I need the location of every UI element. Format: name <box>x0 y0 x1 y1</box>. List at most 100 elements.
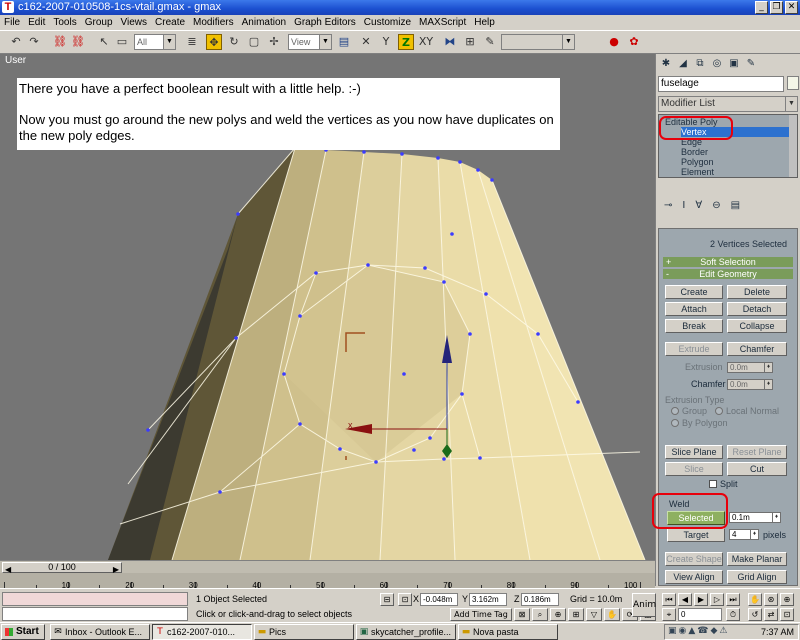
maximize-icon[interactable]: ❐ <box>770 1 783 14</box>
motion-tab-icon[interactable]: ◎ <box>710 57 724 71</box>
task-skycatcher[interactable]: ▣ skycatcher_profile... <box>356 624 456 640</box>
time-tag-icon[interactable]: ⊠ <box>514 608 530 621</box>
add-time-tag-button[interactable]: Add Time Tag <box>450 608 512 621</box>
current-frame-field[interactable]: 0 <box>678 608 722 621</box>
scale-icon[interactable]: ▢ <box>246 34 262 50</box>
by-polygon-radio[interactable] <box>671 419 679 427</box>
menu-file[interactable]: File <box>0 15 24 30</box>
split-checkbox[interactable] <box>709 480 717 488</box>
viewport-label[interactable]: User <box>5 55 26 66</box>
time-slider-thumb[interactable]: ◀ 0 / 100 ▶ <box>2 562 122 574</box>
mirror-icon[interactable]: ⧓ <box>442 34 458 50</box>
tray-icons[interactable]: ▣◉▲☎◆⚠ <box>668 626 729 636</box>
spinner-arrows-icon[interactable]: ♦ <box>750 530 758 539</box>
select-by-name-icon[interactable]: ≣ <box>184 34 200 50</box>
slice-plane-button[interactable]: Slice Plane <box>665 445 723 459</box>
named-selection-select[interactable]: ▼ <box>501 34 575 50</box>
group-radio[interactable] <box>671 407 679 415</box>
z-coordinate-field[interactable]: 0.186m <box>521 593 559 606</box>
local-normal-radio[interactable] <box>715 407 723 415</box>
time-slider[interactable]: ◀ 0 / 100 ▶ <box>0 560 655 574</box>
configure-modifiers-icon[interactable]: ▤ <box>731 200 740 211</box>
chamfer-spinner[interactable]: 0.0m ♦ <box>727 379 773 390</box>
align-icon[interactable]: ⊞ <box>462 34 478 50</box>
modify-tab-icon[interactable]: ◢ <box>676 57 690 71</box>
unlink-icon[interactable]: ⛓ <box>70 34 86 50</box>
ref-coord-select[interactable]: View ▼ <box>288 34 332 50</box>
redo-icon[interactable]: ↷ <box>26 34 42 50</box>
select-icon[interactable]: ↖ <box>96 34 112 50</box>
rotate-icon[interactable]: ↻ <box>226 34 242 50</box>
create-tab-icon[interactable]: ✱ <box>659 57 673 71</box>
absolute-mode-icon[interactable]: ⊡ <box>398 593 412 606</box>
menu-views[interactable]: Views <box>117 15 152 30</box>
restrict-y-icon[interactable]: Y <box>378 34 394 50</box>
y-coordinate-field[interactable]: 3.162m <box>469 593 507 606</box>
view-align-button[interactable]: View Align <box>665 570 723 584</box>
menu-customize[interactable]: Customize <box>360 15 415 30</box>
spinner-arrows-icon[interactable]: ♦ <box>772 513 780 522</box>
close-icon[interactable]: ✕ <box>785 1 798 14</box>
selection-filter-select[interactable]: All ▼ <box>134 34 176 50</box>
reset-plane-button[interactable]: Reset Plane <box>727 445 787 459</box>
remove-modifier-icon[interactable]: ⊖ <box>712 200 720 211</box>
pivot-icon[interactable]: ✢ <box>266 34 282 50</box>
menu-group[interactable]: Group <box>81 15 117 30</box>
menu-maxscript[interactable]: MAXScript <box>415 15 470 30</box>
grid-align-button[interactable]: Grid Align <box>727 570 787 584</box>
task-nova-pasta[interactable]: ▬ Nova pasta <box>458 624 558 640</box>
menu-edit[interactable]: Edit <box>24 15 49 30</box>
orbit-icon[interactable]: ⊛ <box>764 593 778 606</box>
weld-threshold-spinner[interactable]: 0.1m ♦ <box>729 512 781 523</box>
soft-selection-header[interactable]: + Soft Selection <box>663 257 793 267</box>
restrict-xy-icon[interactable]: XY <box>418 34 434 50</box>
edit-geometry-header[interactable]: - Edit Geometry <box>663 269 793 279</box>
track-bar[interactable]: 10 20 30 40 50 60 70 80 90 100 <box>0 573 655 590</box>
dolly-icon[interactable]: ⊡ <box>780 608 794 621</box>
break-button[interactable]: Break <box>665 319 723 333</box>
anim-mode-button[interactable]: Anim <box>632 593 656 617</box>
maxscript-listener[interactable] <box>2 592 188 606</box>
create-button[interactable]: Create <box>665 285 723 299</box>
hierarchy-tab-icon[interactable]: ⧉ <box>693 57 707 71</box>
extrusion-spinner[interactable]: 0.0m ♦ <box>727 362 773 373</box>
move-icon[interactable]: ✥ <box>206 34 222 50</box>
start-button[interactable]: Start <box>1 624 45 640</box>
utilities-tab-icon[interactable]: ✎ <box>744 57 758 71</box>
restrict-z-icon[interactable]: Z <box>398 34 414 50</box>
stack-item-polygon[interactable]: Polygon <box>681 157 714 167</box>
display-tab-icon[interactable]: ▣ <box>727 57 741 71</box>
zoom-region-icon[interactable]: ⊕ <box>780 593 794 606</box>
stack-scrollbar[interactable] <box>789 115 797 177</box>
snap-icon[interactable]: ✎ <box>482 34 498 50</box>
zoom-all-icon[interactable]: ⊕ <box>550 608 566 621</box>
task-outlook[interactable]: ✉ Inbox - Outlook E... <box>50 624 150 640</box>
material-editor-icon[interactable]: ● <box>606 34 622 50</box>
stack-item-element[interactable]: Element <box>681 167 714 177</box>
collapse-button[interactable]: Collapse <box>727 319 787 333</box>
goto-end-icon[interactable]: ⏭ <box>726 593 740 606</box>
user-viewport[interactable]: x User There you have a perfect boolean … <box>0 54 655 560</box>
zoom-extents-icon[interactable]: ⊞ <box>568 608 584 621</box>
fov-icon[interactable]: ▽ <box>586 608 602 621</box>
menu-create[interactable]: Create <box>151 15 189 30</box>
object-color-swatch[interactable] <box>787 76 799 90</box>
region-select-icon[interactable]: ▭ <box>114 34 130 50</box>
next-key-icon[interactable]: ▷ <box>710 593 724 606</box>
weld-target-button[interactable]: Target <box>667 528 725 542</box>
delete-button[interactable]: Delete <box>727 285 787 299</box>
create-shape-button[interactable]: Create Shape <box>665 552 723 566</box>
cut-button[interactable]: Cut <box>727 462 787 476</box>
walk-icon[interactable]: ✋ <box>748 593 762 606</box>
target-pixels-spinner[interactable]: 4 ♦ <box>729 529 759 540</box>
pin-stack-icon[interactable]: ⊸ <box>664 200 672 211</box>
roll-icon[interactable]: ↺ <box>748 608 762 621</box>
extrude-button[interactable]: Extrude <box>665 342 723 356</box>
zoom-icon[interactable]: ⌕ <box>532 608 548 621</box>
task-pics[interactable]: ▬ Pics <box>254 624 354 640</box>
show-end-result-icon[interactable]: Ⅰ <box>682 200 685 211</box>
pan-icon[interactable]: ✋ <box>604 608 620 621</box>
undo-icon[interactable]: ↶ <box>8 34 24 50</box>
make-unique-icon[interactable]: ∀ <box>695 200 702 211</box>
spinner-arrows-icon[interactable]: ♦ <box>764 363 772 372</box>
